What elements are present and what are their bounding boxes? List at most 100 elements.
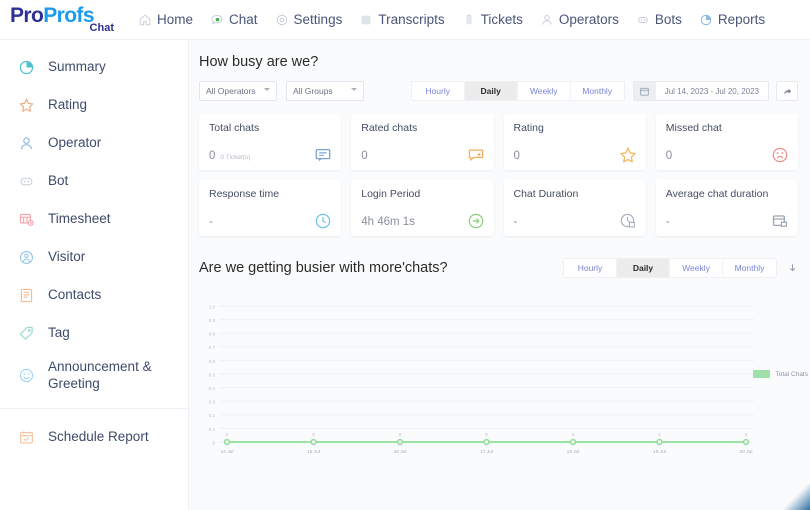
gear-icon bbox=[276, 14, 287, 25]
card-response-time: Response time - bbox=[199, 180, 342, 236]
sidebar-item-rating[interactable]: Rating bbox=[0, 86, 188, 124]
x-axis-tick: 14 Jul bbox=[221, 449, 234, 455]
card-value: 0 bbox=[665, 150, 673, 162]
card-average-chat-duration: Average chat duration - bbox=[655, 180, 798, 236]
data-point-label: 0 bbox=[572, 432, 575, 437]
top-nav-items: Home Chat Settings Transcripts Tickets O… bbox=[138, 12, 765, 27]
sidebar: Summary Rating Operator Bot Timesheet Vi… bbox=[0, 40, 189, 510]
chat-bubble-icon bbox=[211, 14, 223, 24]
chart-tab-monthly[interactable]: Monthly bbox=[723, 259, 776, 277]
page-title: How busy are we? bbox=[199, 54, 319, 70]
chart-title: Are we getting busier with more'chats? bbox=[199, 260, 448, 276]
tab-hourly[interactable]: Hourly bbox=[411, 82, 465, 100]
card-title: Response time bbox=[209, 188, 280, 200]
sidebar-item-tag[interactable]: Tag bbox=[0, 314, 188, 352]
contacts-icon bbox=[20, 288, 33, 302]
card-title: Login Period bbox=[361, 188, 421, 200]
y-axis-tick: 0.4 bbox=[209, 386, 216, 391]
nav-label-tickets: Tickets bbox=[480, 12, 523, 27]
sidebar-item-timesheet[interactable]: Timesheet bbox=[0, 200, 188, 238]
chart-section-header: Are we getting busier with more'chats? H… bbox=[199, 258, 798, 278]
data-point-label: 0 bbox=[312, 432, 315, 437]
y-axis-tick: 0 bbox=[212, 440, 215, 445]
card-login-period: Login Period 4h 46m 1s bbox=[351, 180, 494, 236]
sidebar-label-tag: Tag bbox=[48, 324, 70, 340]
nav-item-tickets[interactable]: Tickets bbox=[462, 12, 523, 27]
chart-container: 1.0 0.9 0.8 0.7 0.6 0.5 0.4 0.3 0.2 0.1 0 0 14 Jul 0 1… bbox=[189, 278, 810, 478]
y-axis-tick: 0.1 bbox=[209, 427, 216, 432]
y-axis-tick: 0.6 bbox=[209, 359, 216, 364]
tab-monthly[interactable]: Monthly bbox=[570, 82, 624, 100]
sidebar-item-schedule-report[interactable]: Schedule Report bbox=[0, 418, 188, 456]
card-total-chats: Total chats 0 0 Ticket(s) bbox=[199, 114, 342, 170]
home-icon bbox=[139, 14, 151, 25]
person-icon bbox=[21, 136, 32, 149]
sidebar-item-operator[interactable]: Operator bbox=[0, 124, 188, 162]
sidebar-label-bot: Bot bbox=[48, 172, 69, 188]
pie-chart-icon bbox=[700, 14, 712, 25]
sidebar-divider bbox=[0, 408, 188, 409]
star-icon bbox=[620, 147, 636, 163]
chevron-down-icon bbox=[264, 88, 270, 91]
sidebar-item-summary[interactable]: Summary bbox=[0, 48, 188, 86]
calendar-check-icon bbox=[20, 430, 33, 444]
card-value: 0 bbox=[361, 150, 368, 162]
operator-filter-select[interactable]: All Operators bbox=[199, 81, 277, 101]
sidebar-label-operator: Operator bbox=[48, 134, 102, 150]
nav-item-operators[interactable]: Operators bbox=[540, 12, 619, 27]
share-button[interactable] bbox=[776, 81, 798, 101]
chart-tab-daily[interactable]: Daily bbox=[617, 259, 670, 277]
x-axis-tick: 16 Jul bbox=[394, 449, 407, 455]
sidebar-label-summary: Summary bbox=[48, 58, 106, 74]
proprofs-logo[interactable]: ProProfs Chat bbox=[10, 5, 120, 34]
visitor-icon bbox=[19, 250, 34, 264]
card-value: 0 bbox=[209, 150, 216, 162]
chart-tab-weekly[interactable]: Weekly bbox=[670, 259, 723, 277]
logo-pro: Pro bbox=[10, 4, 44, 27]
sidebar-item-visitor[interactable]: Visitor bbox=[0, 238, 188, 276]
ticket-icon bbox=[465, 14, 472, 24]
nav-item-chat[interactable]: Chat bbox=[210, 12, 258, 27]
sidebar-item-bot[interactable]: Bot bbox=[0, 162, 188, 200]
card-title: Rating bbox=[513, 122, 544, 134]
date-range-picker[interactable]: Jul 14, 2023 - Jul 20, 2023 bbox=[632, 81, 769, 101]
nav-label-bots: Bots bbox=[654, 12, 682, 27]
sidebar-item-announcement-greeting[interactable]: Announcement & Greeting bbox=[0, 352, 188, 399]
tag-icon bbox=[19, 326, 33, 340]
resize-corner-handle[interactable] bbox=[784, 484, 810, 510]
smiley-icon bbox=[19, 368, 34, 383]
nav-label-reports: Reports bbox=[717, 12, 766, 27]
card-rating: Rating 0 bbox=[503, 114, 646, 170]
date-range-value: Jul 14, 2023 - Jul 20, 2023 bbox=[664, 86, 759, 96]
rated-chat-icon bbox=[468, 149, 483, 161]
nav-item-settings[interactable]: Settings bbox=[275, 12, 342, 27]
data-point-label: 0 bbox=[485, 432, 488, 437]
bot-icon bbox=[20, 177, 33, 185]
nav-item-bots[interactable]: Bots bbox=[636, 12, 682, 27]
data-point-label: 0 bbox=[399, 432, 402, 437]
transcript-icon bbox=[361, 15, 371, 24]
x-axis-tick: 20 Jul bbox=[740, 449, 753, 455]
group-filter-select[interactable]: All Groups bbox=[286, 81, 364, 101]
chat-bubble-icon bbox=[315, 148, 331, 162]
x-axis-tick: 19 Jul bbox=[653, 449, 666, 455]
sidebar-item-contacts[interactable]: Contacts bbox=[0, 276, 188, 314]
sidebar-label-announcement-greeting: Announcement & Greeting bbox=[48, 358, 152, 391]
card-value: - bbox=[513, 216, 518, 228]
sidebar-label-visitor: Visitor bbox=[48, 248, 86, 264]
nav-item-home[interactable]: Home bbox=[138, 12, 193, 27]
x-axis-tick: 18 Jul bbox=[567, 449, 580, 455]
chart-tab-hourly[interactable]: Hourly bbox=[564, 259, 617, 277]
nav-item-reports[interactable]: Reports bbox=[699, 12, 765, 27]
data-point-label: 0 bbox=[745, 432, 748, 437]
tab-weekly[interactable]: Weekly bbox=[517, 82, 571, 100]
card-title: Total chats bbox=[209, 122, 260, 134]
nav-label-operators: Operators bbox=[558, 12, 619, 27]
nav-item-transcripts[interactable]: Transcripts bbox=[359, 12, 445, 27]
tab-daily[interactable]: Daily bbox=[464, 82, 518, 100]
chart-legend: Total Chats bbox=[753, 370, 808, 378]
metric-cards-row-2: Response time - Login Period 4h 46m 1s C… bbox=[199, 180, 798, 236]
card-chat-duration: Chat Duration - bbox=[503, 180, 646, 236]
user-icon bbox=[542, 14, 552, 25]
download-arrow-icon[interactable] bbox=[787, 262, 798, 274]
